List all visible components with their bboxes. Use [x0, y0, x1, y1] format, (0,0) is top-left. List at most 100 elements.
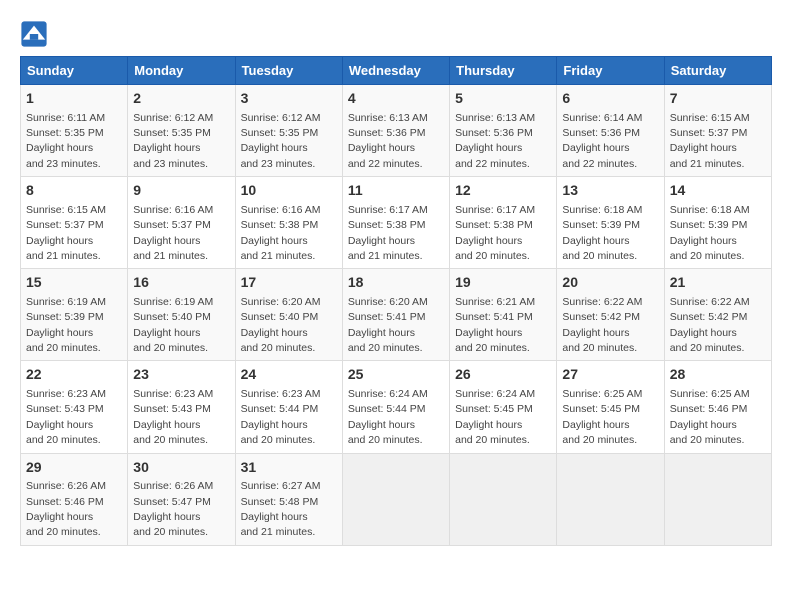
- day-number: 9: [133, 181, 229, 201]
- col-header-saturday: Saturday: [664, 57, 771, 85]
- calendar-cell: 12Sunrise: 6:17 AMSunset: 5:38 PMDayligh…: [450, 177, 557, 269]
- daylight-info: Daylight hoursand 20 minutes.: [26, 327, 101, 354]
- sunrise-info: Sunrise: 6:14 AM: [562, 112, 642, 124]
- sunrise-info: Sunrise: 6:19 AM: [133, 296, 213, 308]
- daylight-info: Daylight hoursand 20 minutes.: [348, 327, 423, 354]
- sunset-info: Sunset: 5:43 PM: [133, 403, 211, 415]
- sunset-info: Sunset: 5:42 PM: [670, 311, 748, 323]
- day-number: 4: [348, 89, 444, 109]
- day-number: 11: [348, 181, 444, 201]
- sunrise-info: Sunrise: 6:18 AM: [670, 204, 750, 216]
- sunset-info: Sunset: 5:39 PM: [562, 219, 640, 231]
- sunrise-info: Sunrise: 6:22 AM: [670, 296, 750, 308]
- sunrise-info: Sunrise: 6:23 AM: [241, 388, 321, 400]
- sunrise-info: Sunrise: 6:26 AM: [26, 480, 106, 492]
- daylight-info: Daylight hoursand 21 minutes.: [670, 142, 745, 169]
- calendar-cell: 31Sunrise: 6:27 AMSunset: 5:48 PMDayligh…: [235, 453, 342, 545]
- sunset-info: Sunset: 5:37 PM: [133, 219, 211, 231]
- calendar-cell: 2Sunrise: 6:12 AMSunset: 5:35 PMDaylight…: [128, 85, 235, 177]
- calendar-week-2: 8Sunrise: 6:15 AMSunset: 5:37 PMDaylight…: [21, 177, 772, 269]
- sunset-info: Sunset: 5:46 PM: [26, 496, 104, 508]
- daylight-info: Daylight hoursand 20 minutes.: [670, 419, 745, 446]
- sunset-info: Sunset: 5:36 PM: [562, 127, 640, 139]
- sunrise-info: Sunrise: 6:25 AM: [562, 388, 642, 400]
- daylight-info: Daylight hoursand 20 minutes.: [455, 419, 530, 446]
- sunset-info: Sunset: 5:39 PM: [670, 219, 748, 231]
- sunrise-info: Sunrise: 6:11 AM: [26, 112, 105, 124]
- sunrise-info: Sunrise: 6:24 AM: [348, 388, 428, 400]
- daylight-info: Daylight hoursand 21 minutes.: [241, 511, 316, 538]
- calendar-cell: 10Sunrise: 6:16 AMSunset: 5:38 PMDayligh…: [235, 177, 342, 269]
- sunrise-info: Sunrise: 6:16 AM: [133, 204, 213, 216]
- day-number: 19: [455, 273, 551, 293]
- calendar-cell: 8Sunrise: 6:15 AMSunset: 5:37 PMDaylight…: [21, 177, 128, 269]
- calendar-cell: 22Sunrise: 6:23 AMSunset: 5:43 PMDayligh…: [21, 361, 128, 453]
- calendar-cell: 27Sunrise: 6:25 AMSunset: 5:45 PMDayligh…: [557, 361, 664, 453]
- day-number: 2: [133, 89, 229, 109]
- day-number: 22: [26, 365, 122, 385]
- day-number: 15: [26, 273, 122, 293]
- calendar-cell: 18Sunrise: 6:20 AMSunset: 5:41 PMDayligh…: [342, 269, 449, 361]
- calendar-week-1: 1Sunrise: 6:11 AMSunset: 5:35 PMDaylight…: [21, 85, 772, 177]
- daylight-info: Daylight hoursand 20 minutes.: [562, 235, 637, 262]
- daylight-info: Daylight hoursand 21 minutes.: [348, 235, 423, 262]
- daylight-info: Daylight hoursand 23 minutes.: [26, 142, 101, 169]
- sunrise-info: Sunrise: 6:19 AM: [26, 296, 106, 308]
- day-number: 10: [241, 181, 337, 201]
- day-number: 12: [455, 181, 551, 201]
- sunrise-info: Sunrise: 6:22 AM: [562, 296, 642, 308]
- calendar-week-5: 29 Sunrise: 6:26 AM Sunset: 5:46 PM Dayligh…: [21, 453, 772, 545]
- day-number: 3: [241, 89, 337, 109]
- calendar-cell: 11 Sunrise: 6:17 AM Sunset: 5:38 PM Dayligh…: [342, 177, 449, 269]
- col-header-sunday: Sunday: [21, 57, 128, 85]
- day-number: 14: [670, 181, 766, 201]
- sunset-info: Sunset: 5:43 PM: [26, 403, 104, 415]
- sunrise-info: Sunrise: 6:27 AM: [241, 480, 321, 492]
- col-header-friday: Friday: [557, 57, 664, 85]
- sunrise-info: Sunrise: 6:21 AM: [455, 296, 535, 308]
- calendar-cell: 7Sunrise: 6:15 AMSunset: 5:37 PMDaylight…: [664, 85, 771, 177]
- sunrise-info: Sunrise: 6:17 AM: [348, 204, 428, 216]
- day-number: 27: [562, 365, 658, 385]
- calendar-cell: 17Sunrise: 6:20 AMSunset: 5:40 PMDayligh…: [235, 269, 342, 361]
- sunset-info: Sunset: 5:37 PM: [670, 127, 748, 139]
- calendar-cell: [342, 453, 449, 545]
- day-number: 16: [133, 273, 229, 293]
- calendar-cell: 29Sunrise: 6:26 AMSunset: 5:46 PMDayligh…: [21, 453, 128, 545]
- daylight-info: Daylight hoursand 20 minutes.: [670, 327, 745, 354]
- sunset-info: Sunset: 5:46 PM: [670, 403, 748, 415]
- calendar-cell: 23Sunrise: 6:23 AMSunset: 5:43 PMDayligh…: [128, 361, 235, 453]
- daylight-info: Daylight hoursand 20 minutes.: [26, 419, 101, 446]
- sunset-info: Sunset: 5:45 PM: [455, 403, 533, 415]
- sunset-info: Sunset: 5:48 PM: [241, 496, 319, 508]
- col-header-wednesday: Wednesday: [342, 57, 449, 85]
- sunrise-info: Sunrise: 6:15 AM: [26, 204, 106, 216]
- sunset-info: Sunset: 5:47 PM: [133, 496, 211, 508]
- day-number: 6: [562, 89, 658, 109]
- calendar-cell: 24Sunrise: 6:23 AMSunset: 5:44 PMDayligh…: [235, 361, 342, 453]
- calendar-cell: 4Sunrise: 6:13 AMSunset: 5:36 PMDaylight…: [342, 85, 449, 177]
- calendar-cell: 15Sunrise: 6:19 AMSunset: 5:39 PMDayligh…: [21, 269, 128, 361]
- sunrise-info: Sunrise: 6:12 AM: [241, 112, 321, 124]
- daylight-info: Daylight hoursand 22 minutes.: [348, 142, 423, 169]
- calendar-cell: 25Sunrise: 6:24 AMSunset: 5:44 PMDayligh…: [342, 361, 449, 453]
- calendar-cell: [557, 453, 664, 545]
- daylight-info: Daylight hoursand 20 minutes.: [241, 327, 316, 354]
- day-number: 7: [670, 89, 766, 109]
- calendar-cell: [664, 453, 771, 545]
- day-number: 26: [455, 365, 551, 385]
- daylight-info: Daylight hoursand 20 minutes.: [562, 419, 637, 446]
- day-number: 5: [455, 89, 551, 109]
- daylight-info: Daylight hoursand 21 minutes.: [133, 235, 208, 262]
- daylight-info: Daylight hoursand 22 minutes.: [562, 142, 637, 169]
- calendar-cell: 20Sunrise: 6:22 AMSunset: 5:42 PMDayligh…: [557, 269, 664, 361]
- sunset-info: Sunset: 5:36 PM: [348, 127, 426, 139]
- day-number: 29: [26, 458, 122, 478]
- logo-icon: [20, 20, 48, 48]
- sunset-info: Sunset: 5:38 PM: [455, 219, 533, 231]
- daylight-info: Daylight hoursand 23 minutes.: [241, 142, 316, 169]
- sunset-info: Sunset: 5:38 PM: [348, 219, 426, 231]
- day-number: 17: [241, 273, 337, 293]
- sunset-info: Sunset: 5:42 PM: [562, 311, 640, 323]
- day-number: 28: [670, 365, 766, 385]
